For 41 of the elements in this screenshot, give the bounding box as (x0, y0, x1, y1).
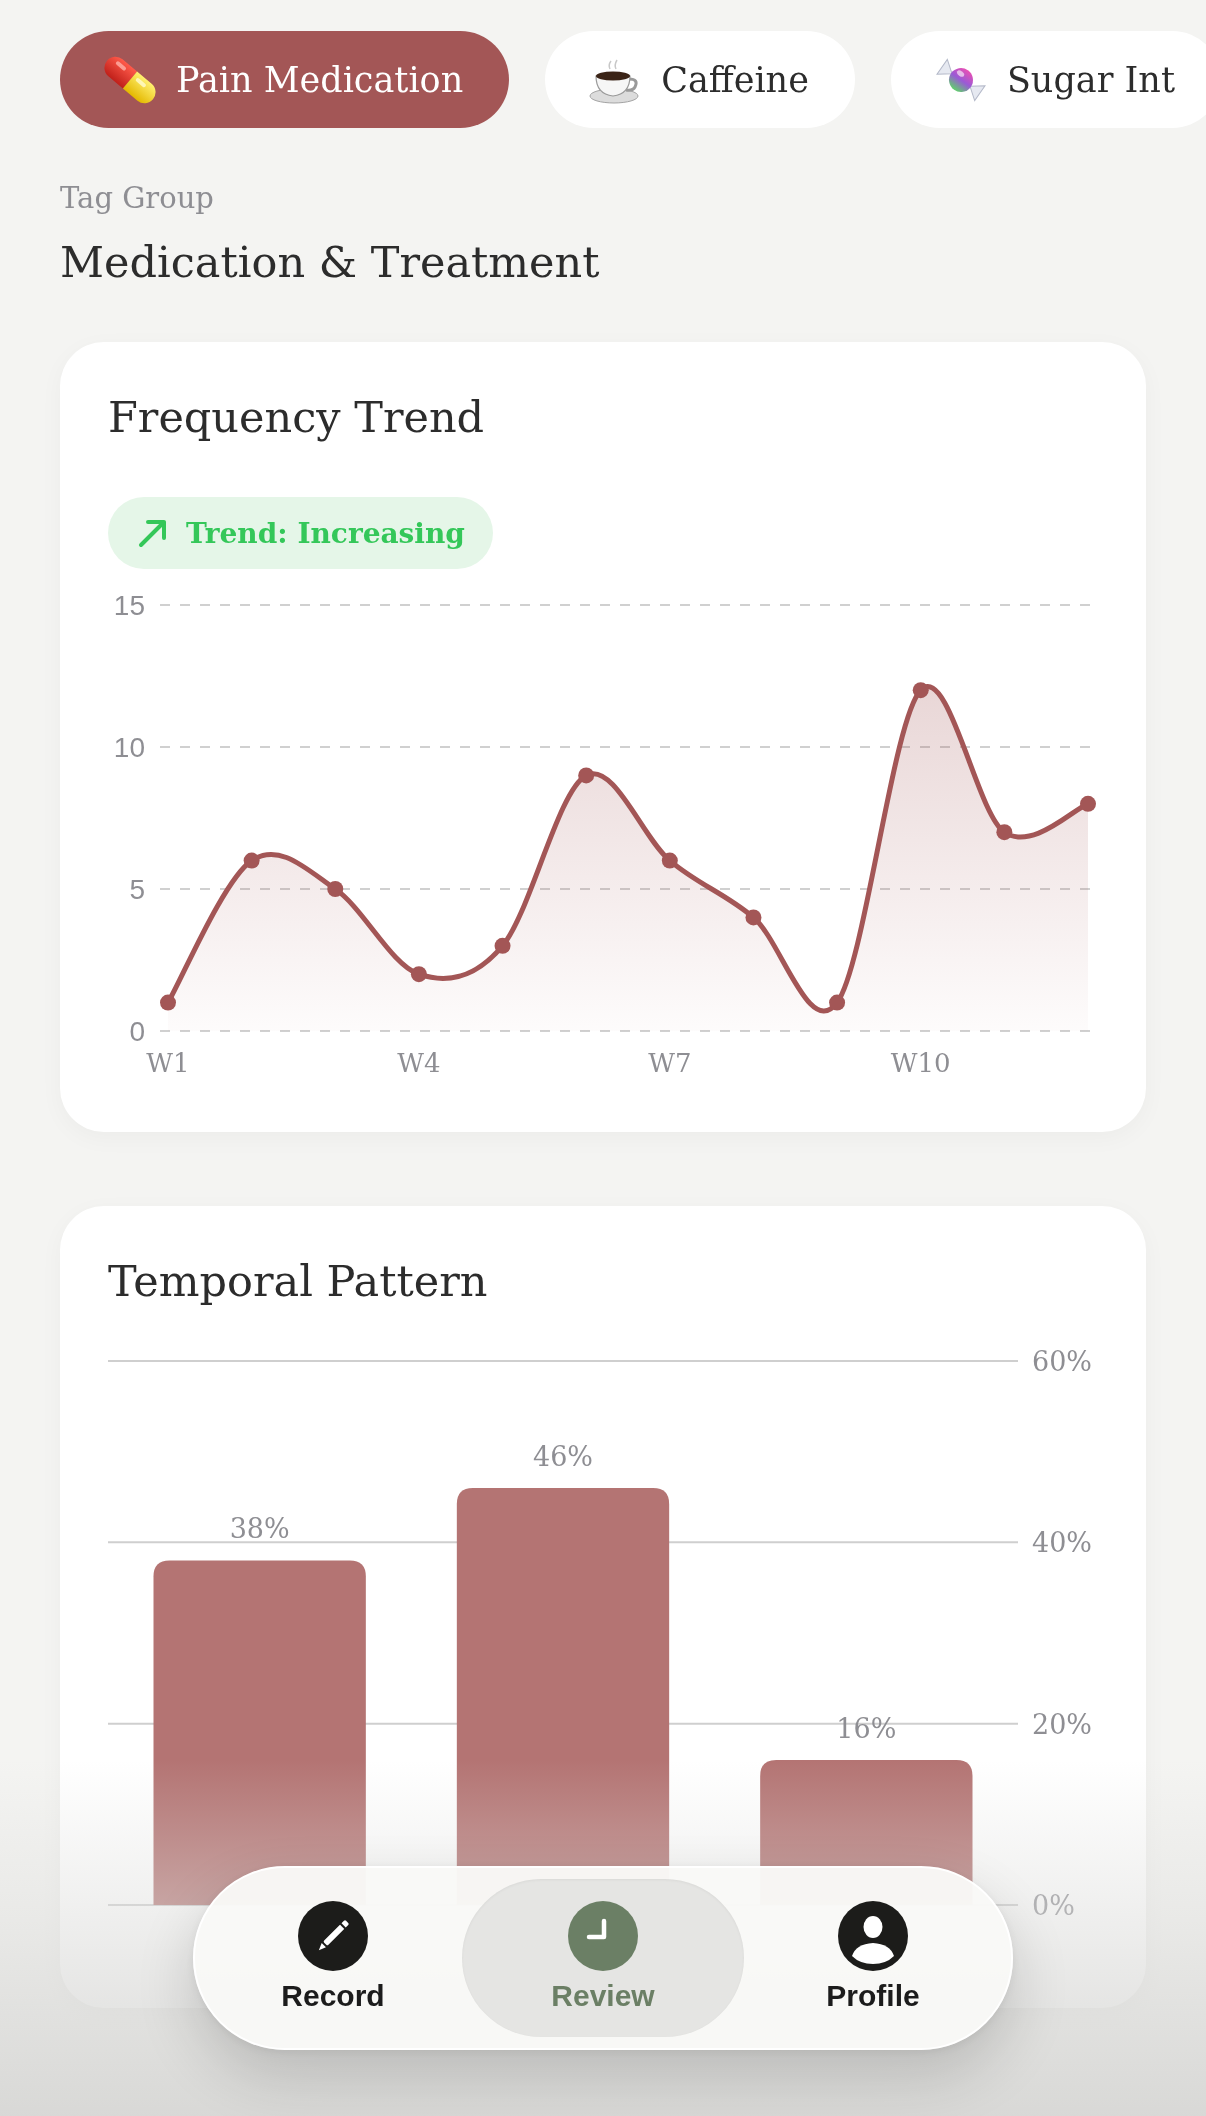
value-label: 38% (229, 1513, 290, 1545)
tab-bar-item[interactable]: Profile (744, 1879, 1002, 2037)
y-axis-label: 40% (1032, 1527, 1092, 1559)
section-title: Medication & Treatment (60, 237, 600, 287)
x-axis-label: W7 (648, 1048, 692, 1078)
person-icon[interactable] (838, 1901, 908, 1971)
y-axis-label: 60% (1032, 1346, 1092, 1377)
value-label: 16% (836, 1712, 897, 1744)
data-point (160, 994, 176, 1011)
data-point (578, 767, 595, 784)
data-point (661, 852, 678, 869)
trend-label: Trend: Increasing (186, 516, 465, 550)
clock-icon[interactable] (568, 1901, 638, 1971)
value-label: 46% (533, 1440, 593, 1472)
x-axis-label: W10 (890, 1048, 951, 1078)
data-point (327, 881, 344, 897)
data-point (745, 909, 762, 926)
data-point (243, 852, 260, 869)
y-axis-label: 0% (1032, 1890, 1075, 1921)
section-caption: Tag Group (60, 181, 214, 215)
x-axis-label: W1 (146, 1048, 190, 1078)
card-title: Frequency Trend (108, 392, 485, 442)
y-axis-label: 20% (1032, 1708, 1092, 1740)
tag-chip[interactable]: Sugar Int (890, 31, 1206, 128)
data-point (494, 937, 511, 954)
y-axis-label: 15 (113, 590, 145, 621)
arrow-up-right-icon (138, 518, 168, 548)
data-point (996, 824, 1013, 841)
y-axis-label: 0 (129, 1016, 145, 1047)
x-axis-label: W4 (397, 1048, 441, 1078)
y-axis-label: 10 (113, 732, 145, 763)
data-point (829, 994, 846, 1011)
tab-bar-item[interactable]: Record (204, 1879, 462, 2037)
data-point (410, 966, 427, 983)
data-point (912, 682, 929, 699)
pencil-icon[interactable] (298, 1901, 368, 1971)
tag-chip[interactable]: Pain Medication (60, 31, 510, 128)
data-point (1080, 795, 1096, 812)
card-title: Temporal Pattern (108, 1256, 488, 1306)
y-axis-label: 5 (129, 874, 145, 905)
tag-chip[interactable]: Caffeine (545, 31, 855, 128)
